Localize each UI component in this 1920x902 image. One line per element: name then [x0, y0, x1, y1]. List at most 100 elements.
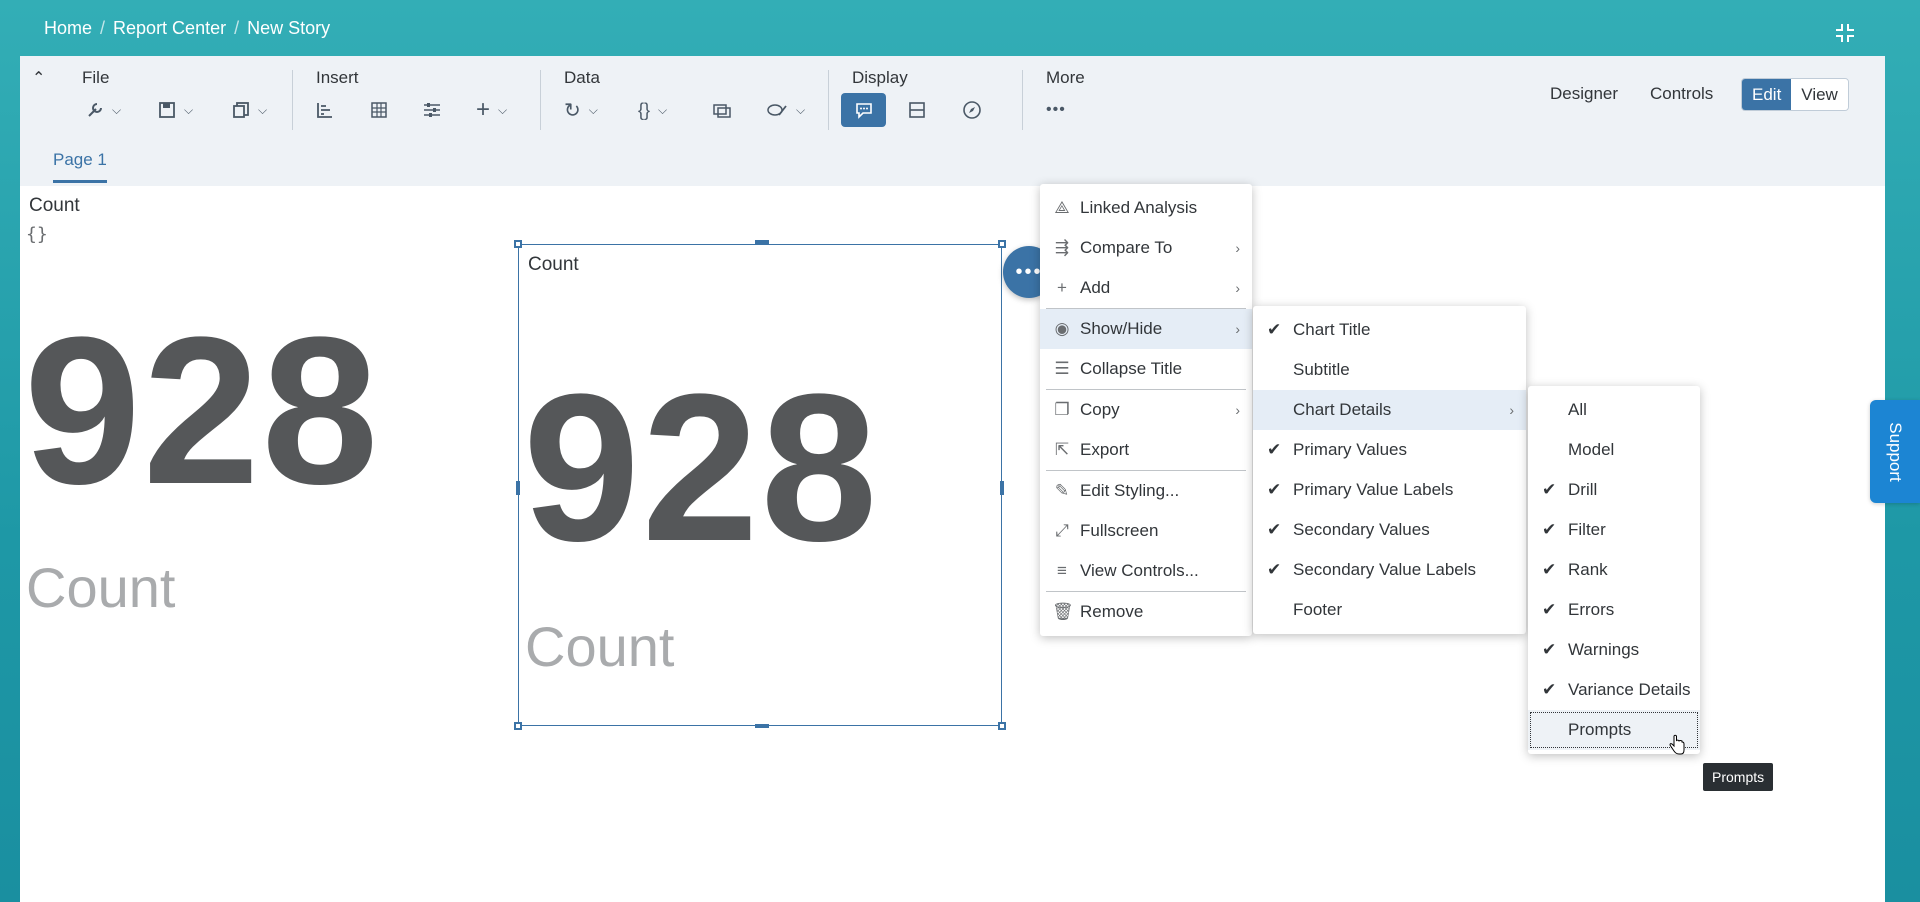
menu-item-label: Secondary Values [1293, 520, 1430, 539]
chevron-down-icon: ⌵ [498, 102, 508, 117]
menu-item-collapse-title[interactable]: ☰ Collapse Title [1040, 349, 1252, 389]
insert-more-button[interactable]: + ⌵ [476, 93, 507, 127]
menu-item-primary-values[interactable]: ✔ Primary Values [1253, 430, 1526, 470]
menu-item-add[interactable]: + Add › [1040, 268, 1252, 308]
menu-item-drill[interactable]: ✔ Drill [1528, 470, 1700, 510]
menu-item-compare-to[interactable]: ⇶ Compare To › [1040, 228, 1252, 268]
menu-item-subtitle[interactable]: Subtitle [1253, 350, 1526, 390]
menu-item-footer[interactable]: Footer [1253, 590, 1526, 630]
brush-icon: ✎ [1054, 481, 1070, 500]
menu-item-linked-analysis[interactable]: ⟁ Linked Analysis [1040, 188, 1252, 228]
check-icon: ✔ [1267, 440, 1282, 459]
menu-item-chart-title[interactable]: ✔ Chart Title [1253, 310, 1526, 350]
toolbar: ⌃ File ⌵ ⌵ ⌵ Insert + ⌵ Data ↻ ⌵ {} ⌵ ⌵ … [20, 56, 1885, 186]
menu-item-fullscreen[interactable]: ⤢ Fullscreen [1040, 511, 1252, 551]
insert-chart-button[interactable] [316, 93, 334, 127]
edit-data-menu-button[interactable]: ⌵ [766, 93, 805, 127]
menu-item-show-hide[interactable]: ◉ Show/Hide › [1040, 309, 1252, 349]
resize-handle[interactable] [516, 481, 520, 495]
show-hide-submenu: ✔ Chart Title Subtitle Chart Details › ✔ Pr… [1253, 306, 1526, 634]
chevron-right-icon: › [1235, 280, 1240, 296]
breadcrumb-home[interactable]: Home [44, 18, 92, 39]
more-actions-button[interactable]: ••• [1046, 93, 1066, 127]
menu-item-label: Warnings [1568, 640, 1640, 659]
menu-item-label: View Controls... [1080, 561, 1199, 580]
resize-handle[interactable] [1000, 481, 1004, 495]
menu-item-edit-styling[interactable]: ✎ Edit Styling... [1040, 471, 1252, 511]
menu-item-label: Compare To [1080, 238, 1173, 257]
menu-item-filter[interactable]: ✔ Filter [1528, 510, 1700, 550]
chevron-down-icon: ⌵ [112, 102, 122, 117]
copy-menu-button[interactable]: ⌵ [232, 93, 267, 127]
menu-item-variance-details[interactable]: ✔ Variance Details [1528, 670, 1700, 710]
group-label-more: More [1046, 68, 1085, 87]
menu-item-remove[interactable]: 🗑 Remove [1040, 592, 1252, 632]
menu-item-errors[interactable]: ✔ Errors [1528, 590, 1700, 630]
formula-menu-button[interactable]: {} ⌵ [638, 93, 667, 127]
breadcrumb-separator: / [100, 18, 106, 38]
collapse-title-icon: ☰ [1054, 359, 1070, 378]
resize-handle[interactable] [514, 240, 522, 248]
layers-icon [713, 104, 731, 118]
comments-toggle-button[interactable] [841, 93, 886, 127]
menu-item-label: Primary Value Labels [1293, 480, 1454, 499]
menu-item-label: Fullscreen [1080, 521, 1159, 540]
menu-item-chart-details[interactable]: Chart Details › [1253, 390, 1526, 430]
tile-context-menu: ⟁ Linked Analysis ⇶ Compare To › + Add › ◉ Sho… [1040, 184, 1252, 636]
tools-menu-button[interactable]: ⌵ [86, 93, 121, 127]
compare-icon: ⇶ [1054, 238, 1070, 257]
menu-item-label: Linked Analysis [1080, 198, 1198, 217]
menu-item-label: All [1568, 400, 1587, 419]
menu-item-warnings[interactable]: ✔ Warnings [1528, 630, 1700, 670]
support-button[interactable]: Support [1870, 400, 1920, 503]
braces-icon: {} [638, 99, 651, 120]
insert-table-button[interactable] [370, 93, 388, 127]
view-mode-button[interactable]: View [1791, 79, 1848, 110]
menu-item-export[interactable]: ⇱ Export [1040, 430, 1252, 470]
edit-mode-button[interactable]: Edit [1742, 79, 1792, 110]
controls-link[interactable]: Controls [1650, 84, 1713, 104]
split-view-icon [909, 102, 925, 118]
table-icon [371, 102, 387, 118]
menu-item-secondary-value-labels[interactable]: ✔ Secondary Value Labels [1253, 550, 1526, 590]
tile-title: Count [528, 254, 579, 275]
tab-page-1[interactable]: Page 1 [53, 150, 107, 183]
explorer-button[interactable] [962, 93, 982, 127]
numeric-label: Count [26, 556, 176, 619]
breadcrumb-report-center[interactable]: Report Center [113, 18, 226, 39]
group-label-insert: Insert [316, 68, 359, 87]
selected-numeric-tile[interactable]: Count 928 Count [514, 240, 1006, 730]
insert-input-control-button[interactable] [422, 93, 442, 127]
save-menu-button[interactable]: ⌵ [158, 93, 193, 127]
menu-item-label: Primary Values [1293, 440, 1407, 459]
designer-link[interactable]: Designer [1550, 84, 1618, 104]
menu-item-rank[interactable]: ✔ Rank [1528, 550, 1700, 590]
filter-controls-icon [424, 103, 440, 117]
check-icon: ✔ [1542, 680, 1557, 699]
chevron-right-icon: › [1235, 240, 1240, 256]
linked-models-button[interactable] [712, 93, 732, 127]
plus-icon: + [476, 96, 491, 123]
menu-item-label: Footer [1293, 600, 1343, 619]
menu-item-copy[interactable]: ❐ Copy › [1040, 390, 1252, 430]
menu-item-model[interactable]: Model [1528, 430, 1700, 470]
resize-handle[interactable] [755, 240, 769, 244]
numeric-tile[interactable]: Count {} 928 Count [20, 186, 500, 666]
menu-item-all[interactable]: All [1528, 390, 1700, 430]
resize-handle[interactable] [998, 240, 1006, 248]
story-app: ⌃ File ⌵ ⌵ ⌵ Insert + ⌵ Data ↻ ⌵ {} ⌵ ⌵ … [20, 56, 1885, 902]
resize-handle[interactable] [755, 724, 769, 728]
collapse-toolbar-icon[interactable]: ⌃ [32, 68, 52, 88]
layout-toggle-button[interactable] [908, 93, 926, 127]
resize-handle[interactable] [998, 722, 1006, 730]
menu-item-secondary-values[interactable]: ✔ Secondary Values [1253, 510, 1526, 550]
divider [540, 70, 541, 130]
menu-item-primary-value-labels[interactable]: ✔ Primary Value Labels [1253, 470, 1526, 510]
exit-fullscreen-icon[interactable] [1834, 22, 1856, 44]
tile-title: Count [29, 195, 80, 216]
export-icon: ⇱ [1054, 440, 1070, 459]
menu-item-view-controls[interactable]: ≡ View Controls... [1040, 551, 1252, 591]
resize-handle[interactable] [514, 722, 522, 730]
refresh-menu-button[interactable]: ↻ ⌵ [564, 93, 598, 127]
ellipsis-icon: ••• [1015, 260, 1043, 283]
